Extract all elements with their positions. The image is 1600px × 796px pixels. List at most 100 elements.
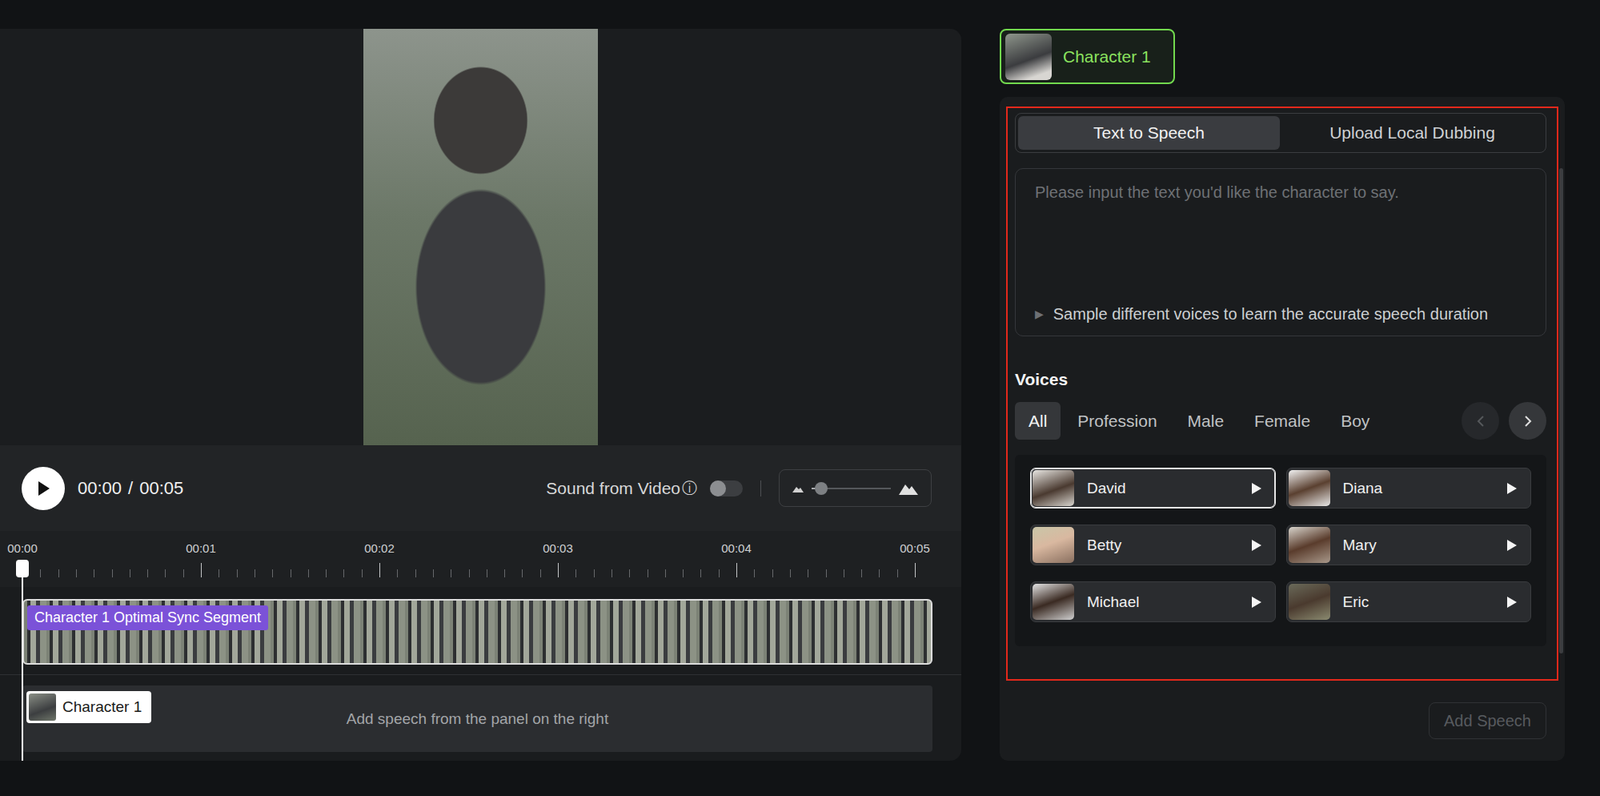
mode-tab-label: Text to Speech: [1093, 123, 1205, 143]
sample-hint[interactable]: ▶Sample different voices to learn the ac…: [1034, 302, 1527, 326]
voice-filter[interactable]: Boy: [1327, 401, 1384, 440]
ruler-tick: [843, 569, 845, 578]
ruler-tick: [272, 569, 273, 578]
voice-filters: All Profession Male FemaleBoy: [1014, 401, 1547, 440]
ruler-tick: [700, 569, 702, 578]
play-icon: [1251, 538, 1263, 552]
sound-from-video: Sound from Videoⓘ: [545, 477, 743, 499]
chevron-left-icon: [1476, 414, 1485, 428]
voice-card[interactable]: Mary: [1286, 524, 1532, 566]
volume-slider[interactable]: [811, 487, 891, 490]
ruler-tick: [861, 569, 863, 578]
ruler-tick: [504, 569, 506, 578]
next-button[interactable]: [1508, 401, 1547, 440]
mode-tab[interactable]: Upload Local Dubbing: [1281, 116, 1544, 150]
mode-tab[interactable]: Text to Speech: [1018, 116, 1280, 150]
play-icon: [1506, 595, 1518, 609]
audio-track[interactable]: Character 1 Add speech from the panel on …: [22, 685, 933, 752]
ruler-tick: [647, 569, 649, 578]
ruler-label: 00:01: [185, 541, 217, 555]
ruler-label: 00:00: [7, 541, 38, 555]
playhead-line: [21, 559, 24, 761]
video-track[interactable]: Character 1 Optimal Sync Segment: [22, 598, 933, 665]
volume-knob[interactable]: [814, 481, 828, 495]
voice-name: Michael: [1086, 593, 1252, 611]
voice-filter[interactable]: Profession: [1063, 401, 1171, 440]
ruler-label: 00:03: [542, 541, 574, 555]
ruler-tick: [521, 569, 523, 578]
character-name: Character 1: [62, 697, 142, 716]
ruler-tick: [361, 569, 363, 578]
sync-segment-label: Character 1 Optimal Sync Segment: [27, 605, 269, 630]
voice-card[interactable]: Betty: [1030, 524, 1276, 566]
voice-card[interactable]: David: [1030, 467, 1276, 509]
ruler-tick: [236, 569, 238, 578]
mode-tab-label: Upload Local Dubbing: [1329, 123, 1496, 143]
play-icon: [1251, 595, 1263, 609]
add-speech-label: Add Speech: [1443, 711, 1532, 730]
speech-card: Text to Speech Upload Local Dubbing ▶Sampl…: [999, 96, 1565, 761]
speech-panel: Character 1 Text to Speech Upload Local Du…: [999, 28, 1565, 796]
voice-card[interactable]: Diana: [1286, 467, 1532, 509]
speech-text-input[interactable]: [1034, 183, 1527, 303]
ruler-tick: [183, 569, 185, 578]
audio-hint: Add speech from the panel on the right: [346, 709, 609, 728]
voice-avatar: [1032, 469, 1075, 506]
ruler-tick: [308, 569, 309, 578]
ruler-tick: [415, 569, 417, 578]
current-time: 00:00: [77, 477, 122, 499]
ruler-tick: [772, 569, 774, 578]
voice-filter[interactable]: Male: [1174, 401, 1239, 440]
mode-tabs: Text to Speech Upload Local Dubbing: [1014, 112, 1547, 153]
ruler-tick: [147, 569, 149, 578]
voice-name: Diana: [1343, 479, 1508, 498]
voice-name: Betty: [1086, 536, 1252, 554]
ruler-tick: [93, 569, 95, 578]
voice-avatar: [1032, 526, 1075, 563]
voice-filter-label: Profession: [1077, 411, 1157, 431]
ruler-tick: [200, 562, 202, 578]
character-tab[interactable]: Character 1: [999, 28, 1175, 85]
play-button[interactable]: [21, 466, 65, 510]
ruler-tick: [914, 562, 916, 578]
voice-filter[interactable]: Female: [1240, 401, 1324, 440]
voice-name: David: [1086, 479, 1252, 498]
sample-hint-text: Sample different voices to learn the acc…: [1053, 302, 1488, 326]
previous-button[interactable]: [1461, 401, 1500, 440]
voice-avatar: [1288, 469, 1331, 506]
playhead[interactable]: [0, 530, 49, 761]
ruler-tick: [433, 569, 434, 578]
voice-filter[interactable]: All: [1014, 401, 1061, 440]
video-frame: [363, 28, 598, 446]
time-ruler: 00:0000:0100:0200:0300:0400:05: [0, 530, 962, 587]
time-separator: /: [128, 477, 133, 499]
ruler-tick: [396, 569, 398, 578]
sound-toggle[interactable]: [709, 480, 743, 497]
voice-card[interactable]: Eric: [1286, 581, 1532, 622]
track-separator: [0, 673, 962, 675]
ruler-tick: [753, 569, 755, 578]
ruler-tick: [593, 569, 595, 578]
voice-card[interactable]: Michael: [1030, 581, 1276, 622]
voice-name: Eric: [1343, 593, 1508, 611]
voice-filter-label: All: [1028, 411, 1047, 431]
ruler-tick: [789, 569, 791, 578]
filter-pager: [1461, 401, 1547, 440]
ruler-label: 00:02: [364, 541, 395, 555]
ruler-tick: [58, 569, 60, 578]
info-icon[interactable]: ⓘ: [681, 477, 698, 499]
play-icon: [1506, 481, 1518, 495]
add-speech-button[interactable]: Add Speech: [1428, 701, 1547, 739]
ruler-tick: [379, 562, 381, 578]
character-chip: Character 1: [26, 690, 152, 723]
ruler-tick: [718, 569, 720, 578]
ruler-tick: [540, 569, 542, 578]
character-tabs: Character 1: [999, 28, 1565, 85]
ruler-tick: [254, 569, 256, 578]
panel-footer: Add Speech: [1006, 680, 1559, 761]
character-avatar: [1005, 33, 1052, 81]
ruler-tick: [129, 569, 131, 578]
voice-filter-label: Male: [1187, 411, 1225, 431]
playhead-handle[interactable]: [16, 559, 29, 578]
scrollbar[interactable]: [1559, 168, 1564, 654]
